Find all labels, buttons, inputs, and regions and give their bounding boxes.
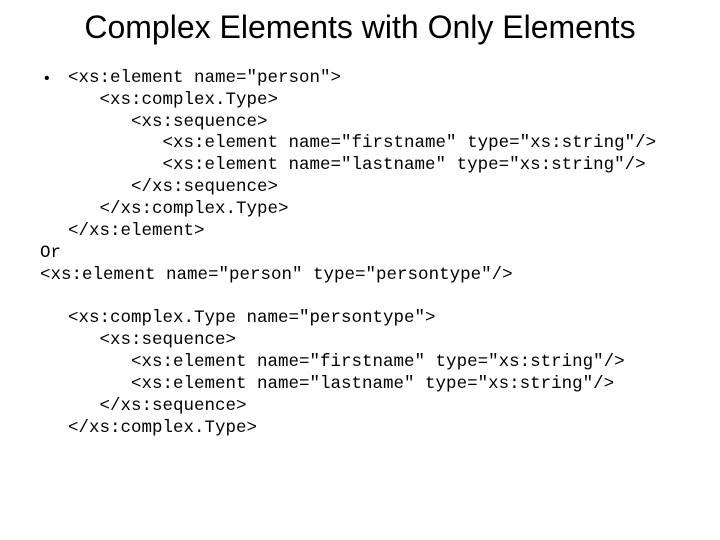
bullet-row: • <xs:element name="person"> <xs:complex… xyxy=(40,68,680,243)
bullet-marker: • xyxy=(40,68,68,90)
code-block-2: <xs:element name="person" type="personty… xyxy=(40,265,680,287)
code-block-1: <xs:element name="person"> <xs:complex.T… xyxy=(68,68,656,243)
or-text: Or xyxy=(40,243,680,265)
slide-title: Complex Elements with Only Elements xyxy=(40,10,680,46)
blank-line-1 xyxy=(40,287,680,309)
code-block-3: <xs:complex.Type name="persontype"> <xs:… xyxy=(40,308,680,439)
slide: Complex Elements with Only Elements • <x… xyxy=(0,0,720,540)
